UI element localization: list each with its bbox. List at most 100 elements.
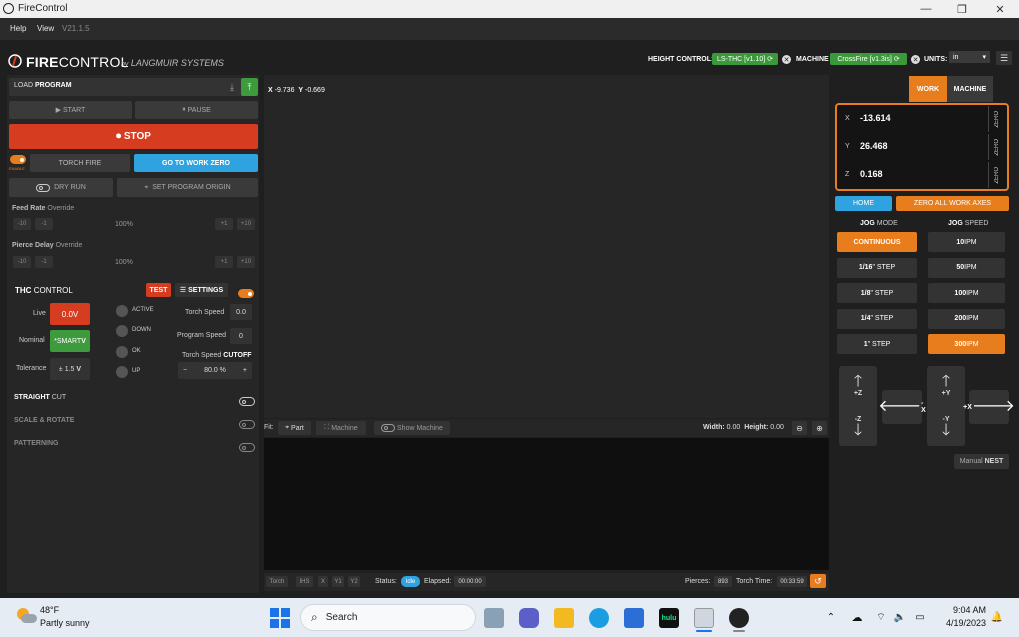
file-explorer-icon[interactable] xyxy=(554,608,574,628)
taskbar-search[interactable]: ⌕ Search xyxy=(300,604,476,631)
task-view-icon[interactable] xyxy=(484,608,504,628)
enable-toggle[interactable] xyxy=(10,155,26,164)
jog-minus-z-button[interactable]: -Z 🡓 xyxy=(839,408,877,446)
set-program-origin-button[interactable]: ⌖ SET PROGRAM ORIGIN xyxy=(117,178,258,197)
fit-machine-button[interactable]: ⛶ Machine xyxy=(316,421,366,435)
firecontrol-logo-icon xyxy=(8,54,22,68)
down-led xyxy=(116,325,128,337)
firecontrol-taskbar-icon[interactable] xyxy=(729,608,749,628)
start-button[interactable]: ▶ START xyxy=(9,101,132,119)
patterning-toggle[interactable] xyxy=(239,443,255,452)
jog-mode-0[interactable]: CONTINUOUS xyxy=(837,232,917,252)
cutoff-minus[interactable]: − xyxy=(183,367,187,374)
feed-rate-minus1[interactable]: -1 xyxy=(35,218,53,230)
pierce-delay-plus1[interactable]: +1 xyxy=(215,256,233,268)
height-control-disconnect-icon[interactable]: ✕ xyxy=(782,55,791,64)
scale-rotate-toggle[interactable] xyxy=(239,420,255,429)
menu-view[interactable]: View xyxy=(37,24,54,33)
jog-mode-2[interactable]: 1/8 " STEP xyxy=(837,283,917,303)
axis-value[interactable]: 26.468 xyxy=(860,141,888,151)
taskbar-date[interactable]: 4/19/2023 xyxy=(940,618,986,628)
volume-icon[interactable]: 🔈 xyxy=(893,610,907,624)
zero-all-work-axes-button[interactable]: ZERO ALL WORK AXES xyxy=(896,196,1009,211)
tab-work[interactable]: WORK xyxy=(909,76,947,102)
jog-mode-3[interactable]: 1/4 " STEP xyxy=(837,308,917,329)
home-button[interactable]: HOME xyxy=(835,196,892,211)
jog-speed-3[interactable]: 200 IPM xyxy=(928,308,1005,329)
teams-chat-icon[interactable] xyxy=(519,608,539,628)
pause-button[interactable]: ⏸ PAUSE xyxy=(135,101,258,119)
down-label: DOWN xyxy=(132,327,151,333)
microsoft-store-icon[interactable] xyxy=(624,608,644,628)
zero-z-button[interactable]: ZERO xyxy=(988,162,1004,188)
weather-icon[interactable] xyxy=(15,607,37,625)
machine-status[interactable]: CrossFire [v1.3is] ⟳ xyxy=(830,53,907,65)
go-to-work-zero-button[interactable]: GO TO WORK ZERO xyxy=(134,154,258,172)
feed-rate-plus1[interactable]: +1 xyxy=(215,218,233,230)
jog-minus-y-button[interactable]: -Y 🡓 xyxy=(927,408,965,446)
edge-browser-icon[interactable] xyxy=(589,608,609,628)
zoom-out-icon[interactable]: ⊖ xyxy=(792,421,807,435)
jog-speed-0[interactable]: 10 IPM xyxy=(928,232,1005,252)
feed-rate-minus10[interactable]: -10 xyxy=(13,218,31,230)
thc-test-button[interactable]: TEST xyxy=(146,283,171,297)
dry-run-button[interactable]: DRY RUN xyxy=(9,178,113,197)
onedrive-cloud-icon[interactable]: ☁ xyxy=(849,610,865,624)
menu-help[interactable]: Help xyxy=(10,24,26,33)
pierce-delay-minus1[interactable]: -1 xyxy=(35,256,53,268)
jog-speed-1[interactable]: 50 IPM xyxy=(928,257,1005,278)
stop-button[interactable]: ⏺ STOP xyxy=(9,124,258,149)
jog-speed-2[interactable]: 100 IPM xyxy=(928,283,1005,303)
machine-disconnect-icon[interactable]: ✕ xyxy=(911,55,920,64)
hulu-icon[interactable]: hulu xyxy=(659,608,679,628)
pierce-delay-label: Pierce Delay Override xyxy=(12,242,83,249)
zero-x-button[interactable]: ZERO xyxy=(988,106,1004,132)
chevron-up-icon[interactable]: ⌃ xyxy=(824,610,838,624)
jog-minus-x-button[interactable]: 🡐 -X xyxy=(878,390,926,424)
jog-mode-label: JOG MODE xyxy=(860,220,898,227)
jog-mode-4[interactable]: 1 " STEP xyxy=(837,334,917,354)
patterning-label: PATTERNING xyxy=(14,440,59,447)
jog-plus-y-button[interactable]: 🡑 +Y xyxy=(927,366,965,404)
height-control-status[interactable]: LS-THC [v1.10] ⟳ xyxy=(712,53,778,65)
thc-settings-button[interactable]: ☰ SETTINGS xyxy=(175,283,228,297)
zoom-in-icon[interactable]: ⊕ xyxy=(812,421,827,435)
zero-y-button[interactable]: ZERO xyxy=(988,134,1004,160)
reset-counters-icon[interactable]: ↺ xyxy=(810,574,826,588)
load-file-button[interactable]: ⤒ xyxy=(241,78,258,96)
axis-value[interactable]: -13.614 xyxy=(860,113,891,123)
taskbar-time[interactable]: 9:04 AM xyxy=(946,605,986,615)
cutoff-stepper[interactable]: − 80.0 % + xyxy=(178,362,252,379)
fit-part-button[interactable]: ⌖ Part xyxy=(278,421,311,435)
feed-rate-plus10[interactable]: +10 xyxy=(237,218,255,230)
toolpath-canvas[interactable] xyxy=(264,75,829,418)
manual-nest-button[interactable]: Manual NEST xyxy=(954,454,1009,469)
pierce-delay-minus10[interactable]: -10 xyxy=(13,256,31,268)
pierce-delay-plus10[interactable]: +10 xyxy=(237,256,255,268)
notification-bell-icon[interactable]: 🔔 xyxy=(990,610,1004,624)
windows-start-icon[interactable] xyxy=(270,608,290,628)
jog-plus-z-button[interactable]: 🡑 +Z xyxy=(839,366,877,404)
maximize-icon[interactable]: ❐ xyxy=(944,0,980,18)
wifi-icon[interactable]: ⌔ xyxy=(874,610,888,624)
jog-mode-1[interactable]: 1/16 " STEP xyxy=(837,257,917,278)
tolerance-value[interactable]: ± 1.5 V xyxy=(50,358,90,380)
thc-enable-toggle[interactable] xyxy=(238,289,254,298)
battery-icon[interactable]: ▭ xyxy=(912,610,928,624)
tab-machine[interactable]: MACHINE xyxy=(947,76,993,102)
snipping-tool-icon[interactable] xyxy=(694,608,714,628)
preview-canvas[interactable] xyxy=(264,438,829,570)
close-icon[interactable]: ✕ xyxy=(982,0,1018,18)
jog-plus-x-button[interactable]: +X 🡒 xyxy=(963,390,1015,424)
straight-cut-toggle[interactable] xyxy=(239,397,255,406)
nominal-value[interactable]: *SMART V xyxy=(50,330,90,352)
axis-value[interactable]: 0.168 xyxy=(860,169,883,179)
torch-fire-button[interactable]: TORCH FIRE xyxy=(30,154,130,172)
menu-icon[interactable]: ☰ xyxy=(996,51,1012,65)
download-icon[interactable]: ⤓ xyxy=(225,79,239,95)
units-select[interactable]: in ▾ xyxy=(949,51,990,63)
cutoff-plus[interactable]: + xyxy=(243,367,247,374)
minimize-icon[interactable]: — xyxy=(908,0,944,18)
show-machine-toggle[interactable]: Show Machine xyxy=(374,421,450,435)
jog-speed-4[interactable]: 300 IPM xyxy=(928,334,1005,354)
